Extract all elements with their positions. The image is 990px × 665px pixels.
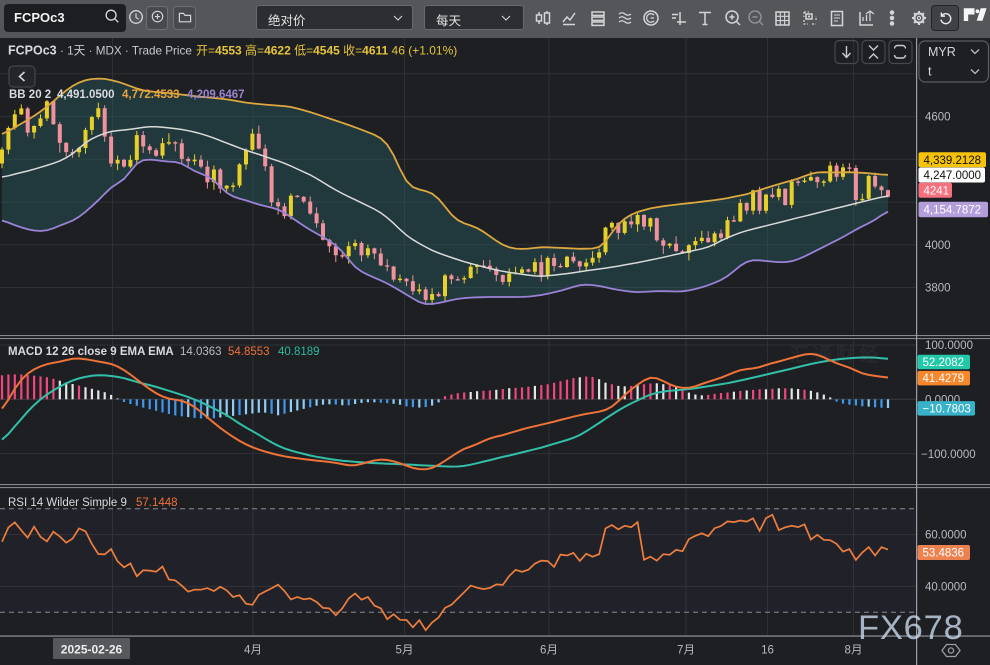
svg-text:t: t — [928, 65, 932, 79]
svg-text:−100.0000: −100.0000 — [921, 449, 976, 461]
svg-text:−10.7803: −10.7803 — [923, 403, 971, 415]
svg-text:FCPOc3: FCPOc3 — [8, 44, 57, 58]
svg-text:· 1天 · MDX · Trade Price: · 1天 · MDX · Trade Price — [60, 45, 192, 58]
svg-text:41.4279: 41.4279 — [923, 373, 965, 385]
svg-text:4241: 4241 — [924, 185, 950, 197]
svg-text:RSI 14 Wilder Simple 9: RSI 14 Wilder Simple 9 — [8, 497, 127, 509]
svg-text:4,339.2128: 4,339.2128 — [924, 155, 982, 167]
svg-text:60.0000: 60.0000 — [925, 530, 967, 542]
svg-text:52.2082: 52.2082 — [923, 357, 965, 369]
svg-text:4,209.6467: 4,209.6467 — [187, 89, 245, 101]
svg-text:MYR: MYR — [928, 45, 956, 59]
svg-text:4000: 4000 — [925, 240, 951, 252]
svg-text:MACD 12 26 close 9 EMA EMA: MACD 12 26 close 9 EMA EMA — [8, 346, 174, 358]
svg-text:4600: 4600 — [925, 112, 951, 124]
svg-text:4,247.0000: 4,247.0000 — [924, 170, 982, 182]
svg-text:5月: 5月 — [396, 645, 414, 657]
svg-text:FX678: FX678 — [858, 609, 964, 647]
svg-text:3800: 3800 — [925, 283, 951, 295]
svg-text:BB 20 2: BB 20 2 — [9, 89, 51, 101]
svg-text:53.4836: 53.4836 — [923, 548, 965, 560]
svg-text:4,491.0500: 4,491.0500 — [57, 89, 115, 101]
svg-text:7月: 7月 — [677, 645, 695, 657]
svg-text:14.0363: 14.0363 — [180, 346, 222, 358]
svg-text:40.8189: 40.8189 — [278, 346, 320, 358]
svg-text:100.0000: 100.0000 — [925, 340, 973, 352]
svg-text:4月: 4月 — [244, 645, 262, 657]
svg-text:2025-02-26: 2025-02-26 — [61, 643, 123, 657]
svg-text:6月: 6月 — [540, 645, 558, 657]
svg-text:57.1448: 57.1448 — [136, 497, 178, 509]
svg-text:40.0000: 40.0000 — [925, 581, 967, 593]
svg-text:16: 16 — [761, 645, 774, 657]
svg-text:54.8553: 54.8553 — [228, 346, 270, 358]
svg-text:开=4553 高=4622 低=4545 收=4611 46: 开=4553 高=4622 低=4545 收=4611 46 (+1.01%) — [196, 43, 457, 58]
svg-text:4,154.7872: 4,154.7872 — [924, 205, 982, 217]
svg-text:4,772.4533: 4,772.4533 — [122, 89, 180, 101]
